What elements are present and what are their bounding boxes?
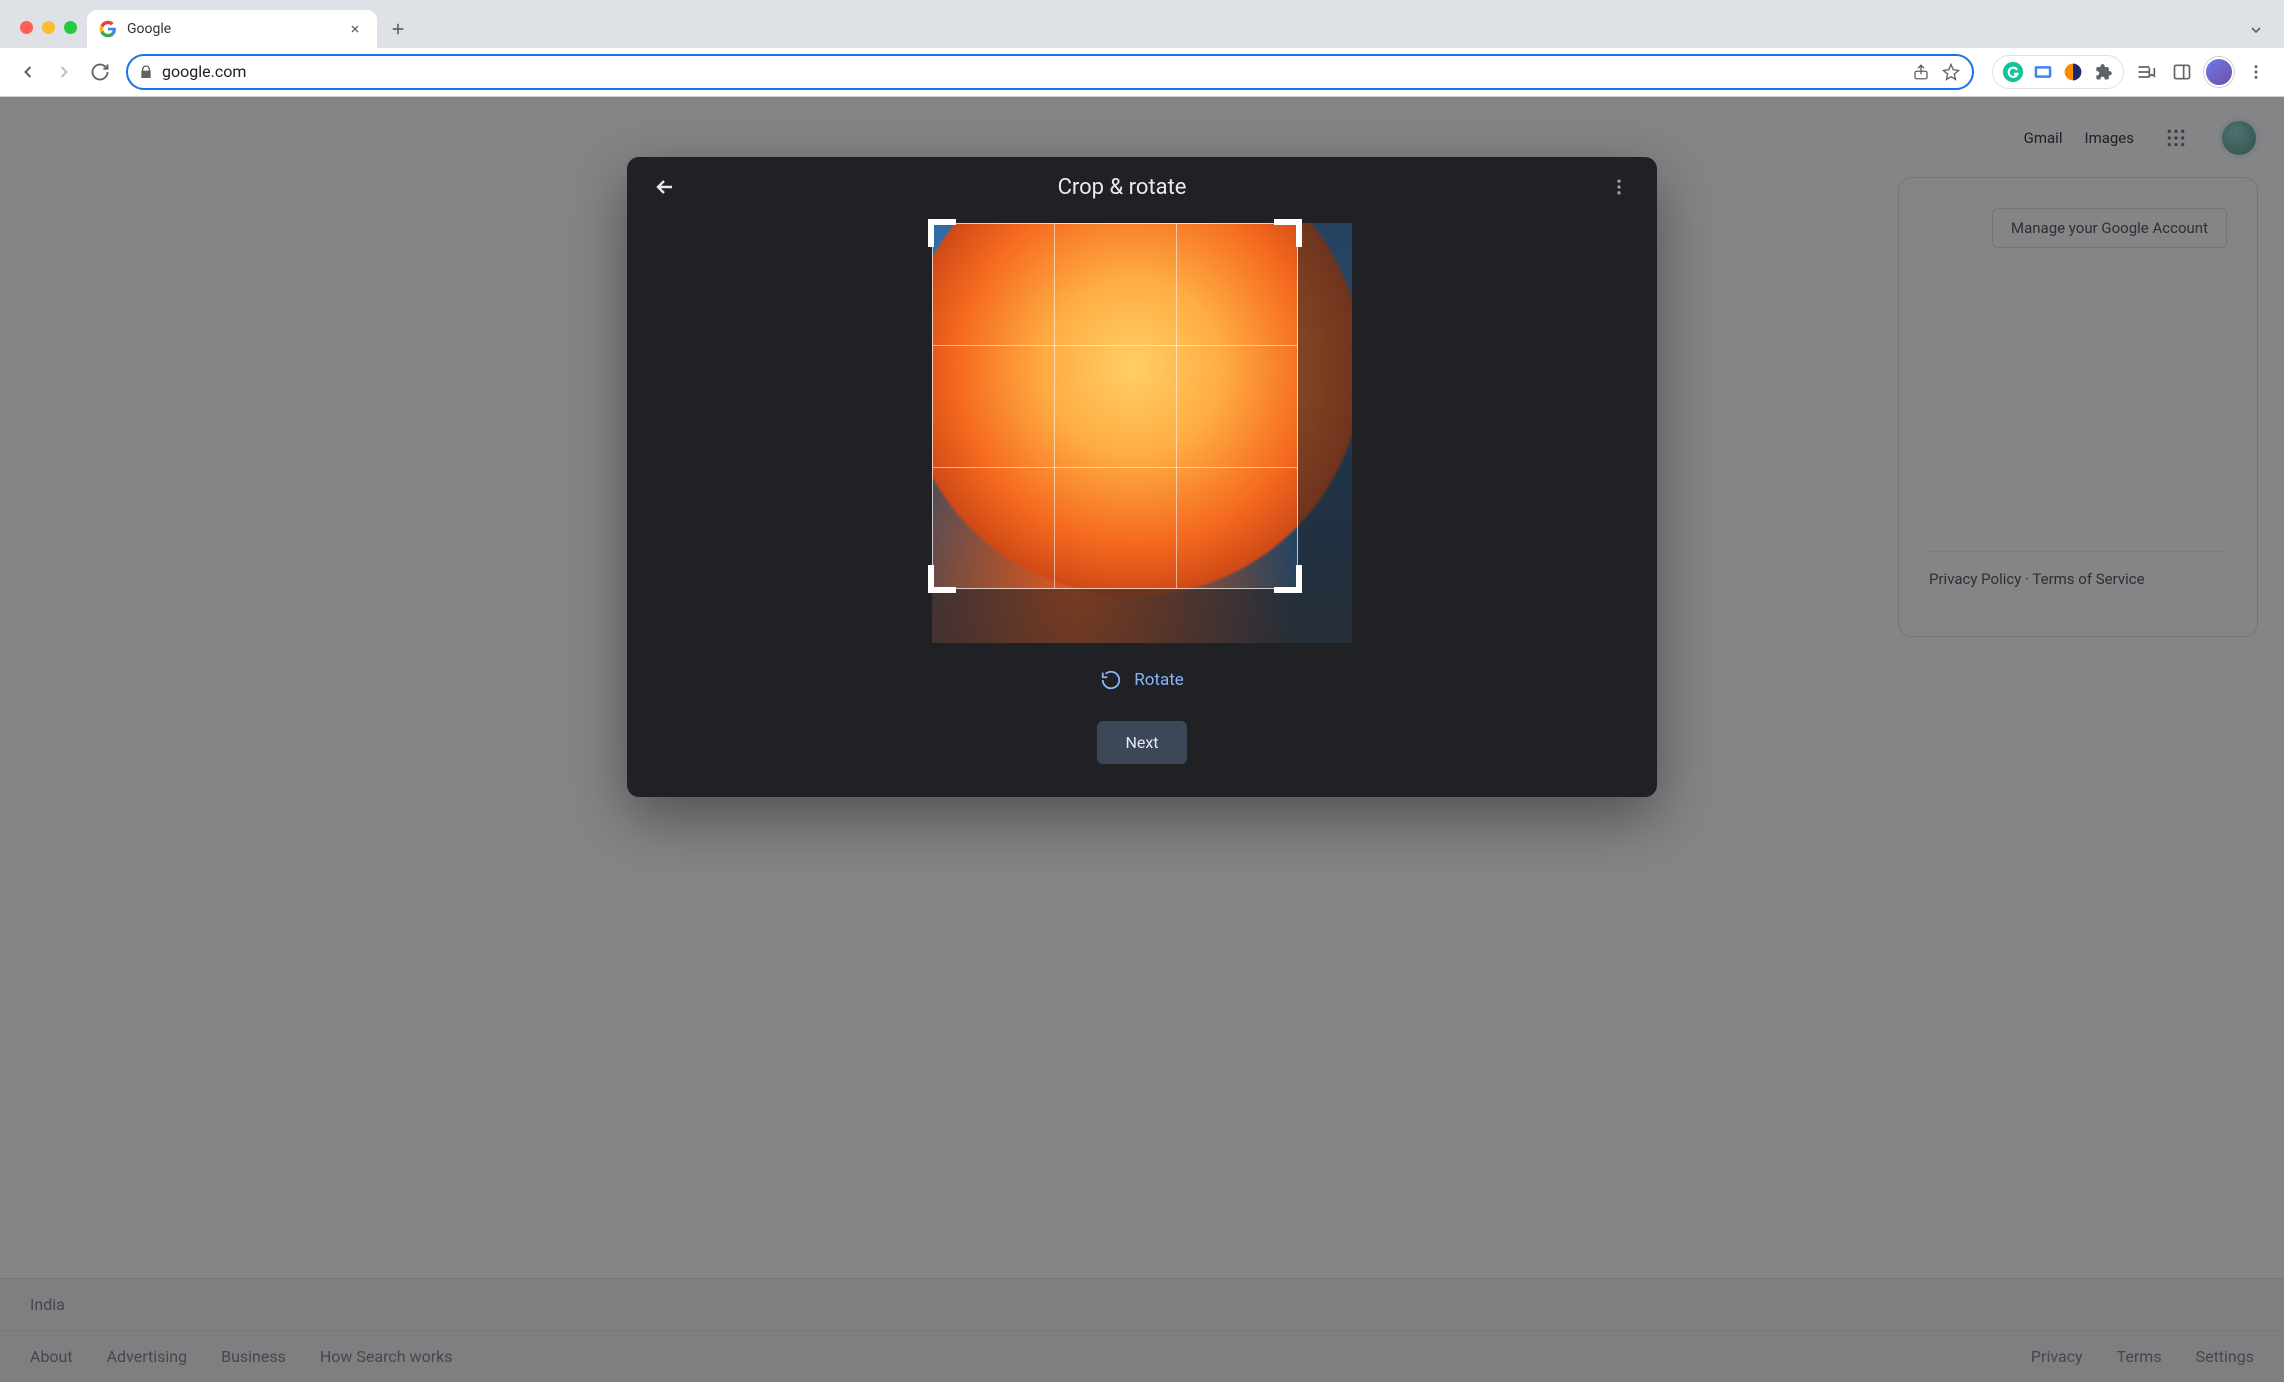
share-icon[interactable]: [1910, 61, 1932, 83]
next-button[interactable]: Next: [1097, 721, 1186, 764]
side-panel-icon[interactable]: [2168, 58, 2196, 86]
rotate-icon: [1100, 669, 1122, 691]
extension-icon-2[interactable]: [2029, 58, 2057, 86]
browser-tab[interactable]: Google: [87, 10, 377, 48]
reload-button[interactable]: [86, 58, 114, 86]
crop-rotate-modal: Crop & rotate: [627, 157, 1657, 797]
rotate-button[interactable]: Rotate: [1088, 661, 1196, 699]
close-tab-icon[interactable]: [345, 21, 365, 37]
new-tab-button[interactable]: [389, 20, 407, 38]
profile-avatar-icon[interactable]: [2204, 57, 2234, 87]
url-input[interactable]: [162, 62, 1902, 81]
tab-title: Google: [127, 21, 335, 37]
grammarly-extension-icon[interactable]: [1999, 58, 2027, 86]
extensions-puzzle-icon[interactable]: [2089, 58, 2117, 86]
close-window-icon[interactable]: [20, 21, 33, 34]
modal-back-button[interactable]: [645, 167, 685, 207]
extension-group: [1992, 55, 2124, 89]
crop-window[interactable]: [932, 223, 1298, 589]
reading-list-icon[interactable]: [2132, 58, 2160, 86]
lock-icon[interactable]: [138, 64, 154, 80]
back-button[interactable]: [14, 58, 42, 86]
rotate-label: Rotate: [1134, 670, 1184, 690]
crop-handle-top-left[interactable]: [928, 219, 956, 247]
minimize-window-icon[interactable]: [42, 21, 55, 34]
bookmark-icon[interactable]: [1940, 61, 1962, 83]
modal-more-icon[interactable]: [1599, 167, 1639, 207]
forward-button: [50, 58, 78, 86]
crop-stage[interactable]: [932, 223, 1352, 643]
chrome-menu-icon[interactable]: [2242, 58, 2270, 86]
crop-handle-bottom-right[interactable]: [1274, 565, 1302, 593]
extension-icon-3[interactable]: [2059, 58, 2087, 86]
address-bar[interactable]: [126, 54, 1974, 90]
crop-handle-bottom-left[interactable]: [928, 565, 956, 593]
window-traffic-lights: [10, 21, 87, 48]
tab-overflow-icon[interactable]: [2248, 22, 2264, 38]
maximize-window-icon[interactable]: [64, 21, 77, 34]
crop-handle-top-right[interactable]: [1274, 219, 1302, 247]
next-label: Next: [1125, 733, 1158, 752]
google-favicon-icon: [99, 20, 117, 38]
modal-title: Crop & rotate: [685, 175, 1559, 200]
